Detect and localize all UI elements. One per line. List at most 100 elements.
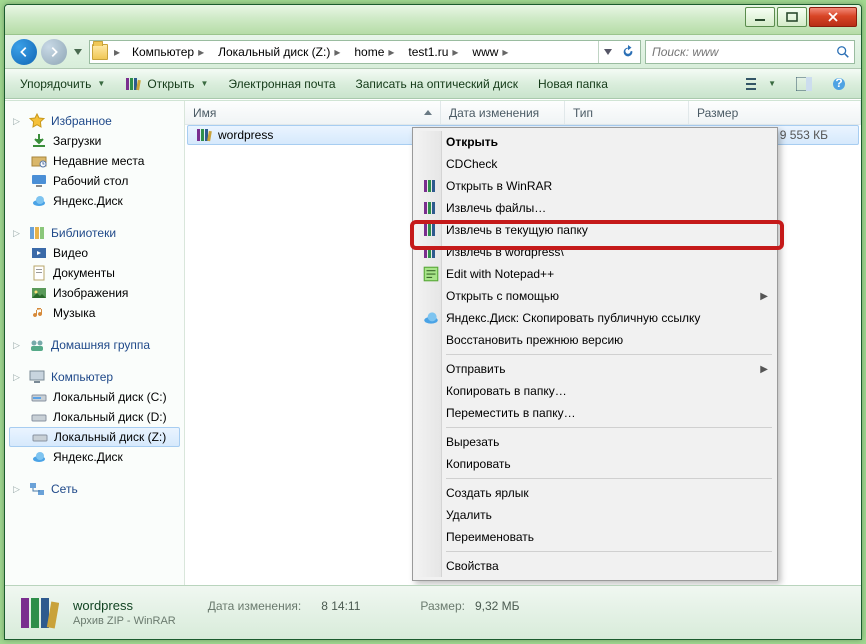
homegroup-icon [29, 337, 45, 353]
folder-icon [92, 44, 108, 60]
column-header-type[interactable]: Тип [565, 101, 689, 124]
yadisk-icon [422, 309, 440, 327]
history-dropdown[interactable] [71, 39, 85, 65]
status-bar: wordpress Архив ZIP - WinRAR Дата измене… [5, 585, 861, 639]
breadcrumb-item[interactable]: test1.ru▸ [402, 41, 464, 63]
ctx-cut[interactable]: Вырезать [416, 431, 774, 453]
download-icon [31, 133, 47, 149]
ctx-shortcut[interactable]: Создать ярлык [416, 482, 774, 504]
sidebar-header-libraries[interactable]: ▷Библиотеки [5, 223, 184, 243]
file-pane: Имя Дата изменения Тип Размер wordpress … [185, 101, 861, 585]
ctx-restore[interactable]: Восстановить прежнюю версию [416, 329, 774, 351]
open-button[interactable]: Открыть ▼ [116, 72, 217, 96]
sidebar-item-recent[interactable]: Недавние места [5, 151, 184, 171]
sidebar-item-drive-z[interactable]: Локальный диск (Z:) [9, 427, 180, 447]
sidebar-item-music[interactable]: Музыка [5, 303, 184, 323]
search-input[interactable] [650, 44, 832, 60]
column-header-size[interactable]: Размер [689, 101, 861, 124]
column-header-date[interactable]: Дата изменения [441, 101, 565, 124]
file-name: wordpress [218, 128, 273, 142]
breadcrumb-item[interactable]: Компьютер▸ [126, 41, 210, 63]
network-icon [29, 481, 45, 497]
help-button[interactable]: ? [823, 72, 855, 96]
organize-button[interactable]: Упорядочить ▼ [11, 72, 114, 96]
breadcrumb-item[interactable]: home▸ [348, 41, 400, 63]
status-date-value: 8 14:11 [321, 599, 360, 613]
sidebar: ▷Избранное Загрузки Недавние места Рабоч… [5, 101, 185, 585]
music-icon [31, 305, 47, 321]
explorer-window: ▸ Компьютер▸ Локальный диск (Z:)▸ home▸ … [4, 4, 862, 640]
submenu-arrow-icon: ▶ [760, 364, 768, 375]
titlebar [5, 5, 861, 35]
libraries-icon [29, 225, 45, 241]
sidebar-header-homegroup[interactable]: ▷Домашняя группа [5, 335, 184, 355]
ctx-notepad[interactable]: Edit with Notepad++ [416, 263, 774, 285]
status-date-label: Дата изменения: [208, 599, 302, 613]
ctx-cdcheck[interactable]: CDCheck [416, 153, 774, 175]
toolbar: Упорядочить ▼ Открыть ▼ Электронная почт… [5, 69, 861, 99]
svg-text:?: ? [835, 77, 842, 90]
sidebar-item-yadisk[interactable]: Яндекс.Диск [5, 191, 184, 211]
view-options-button[interactable]: ▼ [737, 72, 785, 96]
ctx-move-to[interactable]: Переместить в папку… [416, 402, 774, 424]
ctx-open-with[interactable]: Открыть с помощью▶ [416, 285, 774, 307]
sidebar-header-network[interactable]: ▷Сеть [5, 479, 184, 499]
sidebar-item-pictures[interactable]: Изображения [5, 283, 184, 303]
ctx-send-to[interactable]: Отправить▶ [416, 358, 774, 380]
sidebar-item-documents[interactable]: Документы [5, 263, 184, 283]
drive-icon [31, 389, 47, 405]
maximize-button[interactable] [777, 7, 807, 27]
ctx-yadisk-copy[interactable]: Яндекс.Диск: Скопировать публичную ссылк… [416, 307, 774, 329]
newfolder-button[interactable]: Новая папка [529, 72, 617, 96]
breadcrumb-item[interactable]: Локальный диск (Z:)▸ [212, 41, 346, 63]
video-icon [31, 245, 47, 261]
recent-icon [31, 153, 47, 169]
preview-pane-button[interactable] [787, 72, 821, 96]
documents-icon [31, 265, 47, 281]
star-icon [29, 113, 45, 129]
address-bar[interactable]: ▸ Компьютер▸ Локальный диск (Z:)▸ home▸ … [89, 40, 641, 64]
column-header-row: Имя Дата изменения Тип Размер [185, 101, 861, 125]
forward-button[interactable] [41, 39, 67, 65]
computer-icon [29, 369, 45, 385]
ctx-open[interactable]: Открыть [416, 131, 774, 153]
ctx-copy-to[interactable]: Копировать в папку… [416, 380, 774, 402]
status-size-label: Размер: [420, 599, 465, 613]
root-chevron-icon[interactable]: ▸ [110, 45, 124, 59]
burn-button[interactable]: Записать на оптический диск [347, 72, 528, 96]
yadisk-icon [31, 193, 47, 209]
sidebar-header-computer[interactable]: ▷Компьютер [5, 367, 184, 387]
address-dropdown[interactable] [598, 41, 616, 63]
column-header-name[interactable]: Имя [185, 101, 441, 124]
sidebar-item-yadisk2[interactable]: Яндекс.Диск [5, 447, 184, 467]
sidebar-item-drive-c[interactable]: Локальный диск (C:) [5, 387, 184, 407]
sidebar-item-desktop[interactable]: Рабочий стол [5, 171, 184, 191]
ctx-rename[interactable]: Переименовать [416, 526, 774, 548]
sidebar-header-favorites[interactable]: ▷Избранное [5, 111, 184, 131]
ctx-extract-files[interactable]: Извлечь файлы… [416, 197, 774, 219]
sidebar-item-downloads[interactable]: Загрузки [5, 131, 184, 151]
ctx-extract-to[interactable]: Извлечь в wordpress\ [416, 241, 774, 263]
winrar-icon [422, 221, 440, 239]
navbar: ▸ Компьютер▸ Локальный диск (Z:)▸ home▸ … [5, 35, 861, 69]
notepadpp-icon [422, 265, 440, 283]
yadisk-icon [31, 449, 47, 465]
ctx-open-winrar[interactable]: Открыть в WinRAR [416, 175, 774, 197]
ctx-copy[interactable]: Копировать [416, 453, 774, 475]
minimize-button[interactable] [745, 7, 775, 27]
search-box[interactable] [645, 40, 855, 64]
breadcrumb-item[interactable]: www▸ [466, 41, 514, 63]
ctx-extract-here[interactable]: Извлечь в текущую папку [416, 219, 774, 241]
ctx-delete[interactable]: Удалить [416, 504, 774, 526]
sort-asc-icon [424, 109, 432, 117]
status-file-name: wordpress [73, 598, 176, 613]
winrar-icon [422, 243, 440, 261]
close-button[interactable] [809, 7, 857, 27]
ctx-properties[interactable]: Свойства [416, 555, 774, 577]
sidebar-item-videos[interactable]: Видео [5, 243, 184, 263]
sidebar-item-drive-d[interactable]: Локальный диск (D:) [5, 407, 184, 427]
drive-icon [31, 409, 47, 425]
email-button[interactable]: Электронная почта [219, 72, 344, 96]
refresh-button[interactable] [618, 41, 638, 63]
back-button[interactable] [11, 39, 37, 65]
